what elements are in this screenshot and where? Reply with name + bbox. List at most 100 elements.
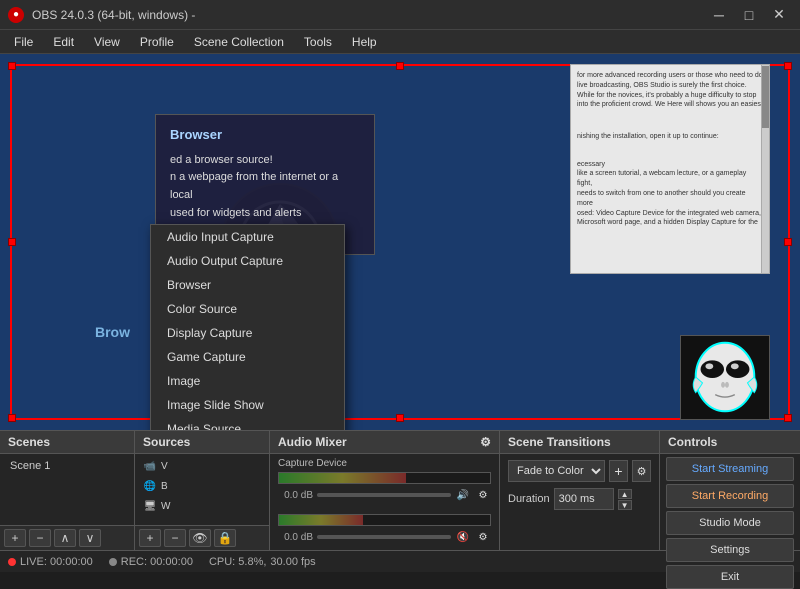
document-preview: for more advanced recording users or tho… <box>570 64 770 274</box>
menu-scene-collection[interactable]: Scene Collection <box>184 33 294 51</box>
add-transition-button[interactable]: + <box>609 460 628 482</box>
menu-file[interactable]: File <box>4 33 43 51</box>
audio-mute-2[interactable]: 🔇 <box>455 529 471 545</box>
ctx-display-capture[interactable]: Display Capture <box>151 321 344 345</box>
audio-track-2: 0.0 dB 🔇 ⚙ <box>270 507 499 549</box>
audio-track-1-label: Capture Device <box>278 458 491 469</box>
resize-handle-bm[interactable] <box>396 414 404 422</box>
audio-controls-2: 0.0 dB 🔇 ⚙ <box>278 529 491 545</box>
menu-profile[interactable]: Profile <box>130 33 184 51</box>
resize-handle-tm[interactable] <box>396 62 404 70</box>
ctx-audio-output[interactable]: Audio Output Capture <box>151 249 344 273</box>
volume-slider-2[interactable] <box>317 535 451 539</box>
app-title: OBS 24.0.3 (64-bit, windows) - <box>32 8 195 22</box>
menu-bar: File Edit View Profile Scene Collection … <box>0 30 800 54</box>
rec-time: REC: 00:00:00 <box>121 556 193 568</box>
audio-gear-1[interactable]: ⚙ <box>475 487 491 503</box>
menu-help[interactable]: Help <box>342 33 387 51</box>
meter-fill-2 <box>279 515 363 525</box>
audio-track-1: Capture Device 0.0 dB 🔊 ⚙ <box>270 454 499 507</box>
menu-edit[interactable]: Edit <box>43 33 84 51</box>
start-recording-button[interactable]: Start Recording <box>666 484 794 508</box>
audio-panel-gear[interactable]: ⚙ <box>480 435 491 449</box>
scenes-panel-header: Scenes <box>0 431 134 454</box>
minimize-button[interactable]: ─ <box>706 5 732 25</box>
scene-item-1[interactable]: Scene 1 <box>2 456 132 476</box>
move-scene-up-button[interactable]: ∧ <box>54 529 76 547</box>
controls-panel: Controls Start Streaming Start Recording… <box>660 431 800 550</box>
main-content: Brow Browser ed a browser source! n a we… <box>0 54 800 430</box>
transitions-panel-header: Scene Transitions <box>500 431 659 454</box>
live-dot <box>8 558 16 566</box>
cpu-status: CPU: 5.8%, 30.00 fps <box>209 556 316 568</box>
window-controls: ─ □ ✕ <box>706 5 792 25</box>
ctx-browser[interactable]: Browser <box>151 273 344 297</box>
menu-tools[interactable]: Tools <box>294 33 342 51</box>
ctx-image[interactable]: Image <box>151 369 344 393</box>
sources-list: 📹 V 🌐 B 🖥 W <box>135 454 269 525</box>
source-label-v: V <box>161 461 168 472</box>
source-item-v[interactable]: 📹 V <box>137 456 267 476</box>
audio-db-1: 0.0 dB <box>278 490 313 501</box>
maximize-button[interactable]: □ <box>736 5 762 25</box>
duration-up-button[interactable]: ▲ <box>618 489 632 499</box>
title-bar-left: ● OBS 24.0.3 (64-bit, windows) - <box>8 7 246 23</box>
resize-handle-tr[interactable] <box>784 62 792 70</box>
alien-preview <box>680 335 770 420</box>
resize-handle-br[interactable] <box>784 414 792 422</box>
ctx-game-capture[interactable]: Game Capture <box>151 345 344 369</box>
remove-source-button[interactable]: − <box>164 529 186 547</box>
remove-scene-button[interactable]: − <box>29 529 51 547</box>
start-streaming-button[interactable]: Start Streaming <box>666 457 794 481</box>
source-item-w[interactable]: 🖥 W <box>137 496 267 516</box>
title-extra <box>203 9 246 21</box>
exit-button[interactable]: Exit <box>666 565 794 589</box>
audio-gear-2[interactable]: ⚙ <box>475 529 491 545</box>
transition-settings-button[interactable]: ⚙ <box>632 460 651 482</box>
source-lock-button[interactable]: 🔒 <box>214 529 236 547</box>
rec-dot <box>109 558 117 566</box>
transitions-content: Fade to Color Cut Fade Swipe Slide Sting… <box>500 454 659 550</box>
ctx-media-source[interactable]: Media Source <box>151 417 344 430</box>
duration-down-button[interactable]: ▼ <box>618 500 632 510</box>
transition-select[interactable]: Fade to Color Cut Fade Swipe Slide Sting… <box>508 460 605 482</box>
audio-db-2: 0.0 dB <box>278 532 313 543</box>
resize-handle-ml[interactable] <box>8 238 16 246</box>
add-source-button[interactable]: + <box>139 529 161 547</box>
add-scene-button[interactable]: + <box>4 529 26 547</box>
sources-panel-header: Sources <box>135 431 269 454</box>
audio-panel: Audio Mixer ⚙ Capture Device 0.0 dB 🔊 ⚙ … <box>270 431 500 550</box>
settings-button[interactable]: Settings <box>666 538 794 562</box>
source-eye-button[interactable]: 👁 <box>189 529 211 547</box>
tooltip-line3: used for widgets and alerts <box>170 205 360 223</box>
duration-label: Duration <box>508 493 550 505</box>
ctx-image-slide-show[interactable]: Image Slide Show <box>151 393 344 417</box>
transition-select-wrap: Fade to Color Cut Fade Swipe Slide Sting… <box>508 460 651 482</box>
meter-fill-1 <box>279 473 406 483</box>
ctx-color-source[interactable]: Color Source <box>151 297 344 321</box>
resize-handle-bl[interactable] <box>8 414 16 422</box>
resize-handle-tl[interactable] <box>8 62 16 70</box>
menu-view[interactable]: View <box>84 33 130 51</box>
audio-panel-header: Audio Mixer ⚙ <box>270 431 499 454</box>
move-scene-down-button[interactable]: ∨ <box>79 529 101 547</box>
live-status: LIVE: 00:00:00 <box>8 556 93 568</box>
close-button[interactable]: ✕ <box>766 5 792 25</box>
scenes-list: Scene 1 <box>0 454 134 525</box>
rec-status: REC: 00:00:00 <box>109 556 193 568</box>
duration-input[interactable] <box>554 488 614 510</box>
studio-mode-button[interactable]: Studio Mode <box>666 511 794 535</box>
doc-scrollbar[interactable] <box>761 65 769 273</box>
audio-meter-2 <box>278 514 491 526</box>
title-bar: ● OBS 24.0.3 (64-bit, windows) - ─ □ ✕ <box>0 0 800 30</box>
source-item-b[interactable]: 🌐 B <box>137 476 267 496</box>
ctx-audio-input[interactable]: Audio Input Capture <box>151 225 344 249</box>
audio-mute-1[interactable]: 🔊 <box>455 487 471 503</box>
resize-handle-mr[interactable] <box>784 238 792 246</box>
audio-controls-1: 0.0 dB 🔊 ⚙ <box>278 487 491 503</box>
live-time: LIVE: 00:00:00 <box>20 556 93 568</box>
app-icon: ● <box>8 7 24 23</box>
source-label-b: B <box>161 481 168 492</box>
volume-slider-1[interactable] <box>317 493 451 497</box>
tooltip-title: Browser <box>170 125 360 146</box>
